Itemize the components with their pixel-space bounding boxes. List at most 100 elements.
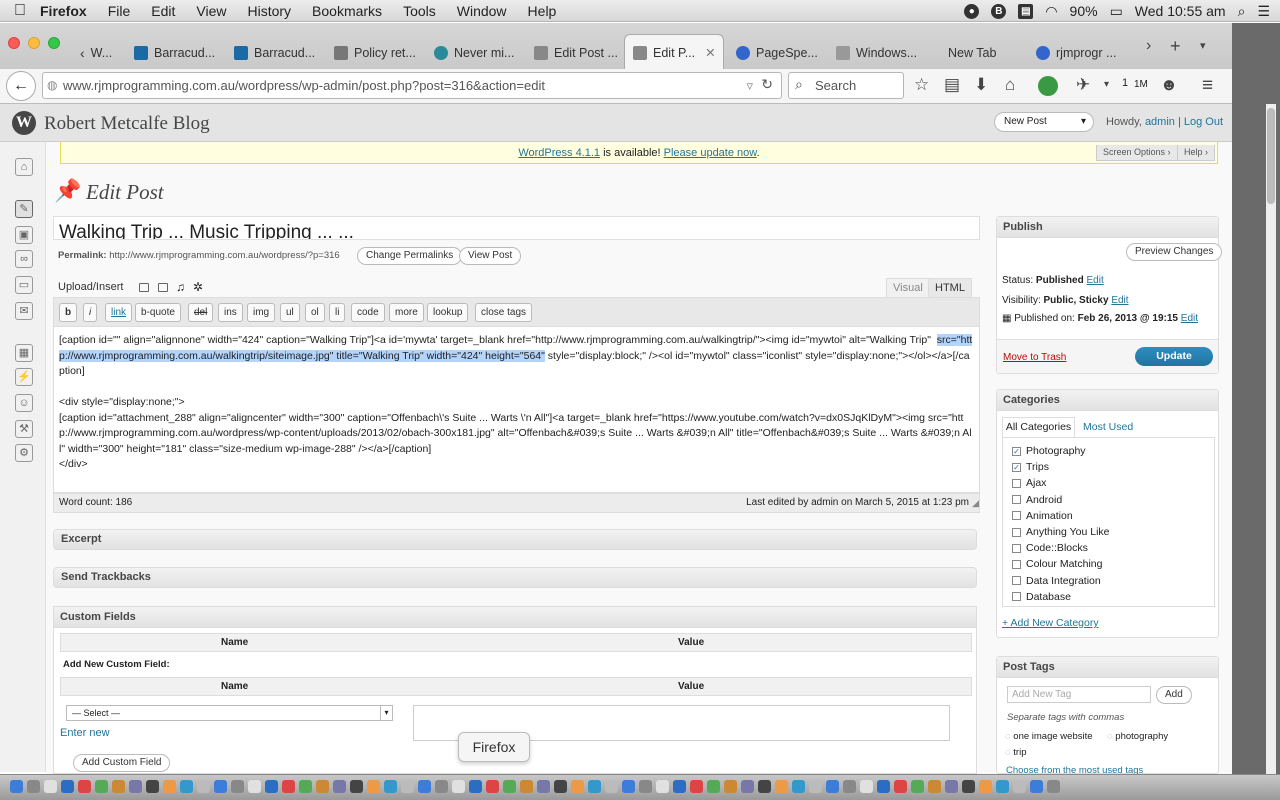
edit-status-link[interactable]: Edit (1087, 275, 1104, 286)
update-button[interactable]: Update (1135, 347, 1213, 366)
dock-app-icon[interactable] (724, 780, 737, 793)
menu-help[interactable]: Help (528, 3, 557, 19)
tab-most-used[interactable]: Most Used (1083, 421, 1133, 433)
tab-1[interactable]: ‹ W... (72, 36, 122, 70)
dashboard-icon[interactable]: ⌂ (15, 158, 33, 176)
dock-app-icon[interactable] (95, 780, 108, 793)
reading-list-icon[interactable]: ▤ (944, 75, 960, 95)
dock-app-icon[interactable] (418, 780, 431, 793)
dock-app-icon[interactable] (78, 780, 91, 793)
dock-app-icon[interactable] (639, 780, 652, 793)
category-checkbox[interactable] (1012, 592, 1021, 602)
remove-tag-icon[interactable]: ◌ (1005, 731, 1011, 742)
menu-view[interactable]: View (196, 3, 226, 19)
dock-app-icon[interactable] (401, 780, 414, 793)
reload-icon[interactable]: ↻ (761, 76, 773, 93)
dock-app-icon[interactable] (707, 780, 720, 793)
tab-6[interactable]: Edit Post ... (526, 36, 622, 70)
dock-app-icon[interactable] (622, 780, 635, 793)
dock-app-icon[interactable] (945, 780, 958, 793)
battery-icon[interactable]: ▭ (1110, 3, 1123, 20)
dock-app-icon[interactable] (571, 780, 584, 793)
chevron-left-icon[interactable]: ‹ (80, 45, 85, 61)
dock-app-icon[interactable] (435, 780, 448, 793)
dock-app-icon[interactable] (979, 780, 992, 793)
tab-9[interactable]: Windows... (828, 36, 924, 70)
users-icon[interactable]: ☺ (15, 394, 33, 412)
change-permalinks-button[interactable]: Change Permalinks (357, 247, 463, 265)
dock-app-icon[interactable] (554, 780, 567, 793)
dock-app-icon[interactable] (384, 780, 397, 793)
remove-tag-icon[interactable]: ◌ (1107, 731, 1113, 742)
dock-app-icon[interactable] (248, 780, 261, 793)
dock-app-icon[interactable] (112, 780, 125, 793)
dock-app-icon[interactable] (367, 780, 380, 793)
dock-app-icon[interactable] (452, 780, 465, 793)
permalink-url[interactable]: http://www.rjmprogramming.com.au/wordpre… (109, 250, 339, 261)
remove-tag-icon[interactable]: ◌ (1005, 747, 1011, 758)
scroll-tabs-right-icon[interactable]: › (1146, 37, 1151, 55)
edit-date-link[interactable]: Edit (1181, 313, 1198, 324)
download-icon[interactable]: ⬇ (974, 75, 988, 95)
dock-app-icon[interactable] (911, 780, 924, 793)
dock-app-icon[interactable] (996, 780, 1009, 793)
dock-app-icon[interactable] (894, 780, 907, 793)
dock-app-icon[interactable] (44, 780, 57, 793)
addon-circle-icon[interactable] (1038, 76, 1058, 96)
tab-visual[interactable]: Visual (886, 278, 930, 297)
media-icon[interactable]: ▣ (15, 226, 33, 244)
dock-app-icon[interactable] (61, 780, 74, 793)
quicktag-ul[interactable]: ul (280, 303, 300, 322)
comments-icon[interactable]: ✉ (15, 302, 33, 320)
dock-app-icon[interactable] (333, 780, 346, 793)
dock-app-icon[interactable] (163, 780, 176, 793)
menu-app-firefox[interactable]: Firefox (40, 3, 87, 19)
quicktag-del[interactable]: del (188, 303, 214, 322)
dock-app-icon[interactable] (809, 780, 822, 793)
quicktag-ins[interactable]: ins (218, 303, 243, 322)
dock-app-icon[interactable] (265, 780, 278, 793)
add-image-icon[interactable] (139, 283, 149, 292)
dock-app-icon[interactable] (503, 780, 516, 793)
close-tab-icon[interactable]: ✕ (705, 45, 715, 60)
tools-icon[interactable]: ⚒ (15, 420, 33, 438)
post-title-input[interactable]: Walking Trip ... Music Tripping ... ... (53, 216, 980, 240)
dock-app-icon[interactable] (690, 780, 703, 793)
quicktag-code[interactable]: code (351, 303, 385, 322)
tab-5[interactable]: Never mi... (426, 36, 522, 70)
settings-icon[interactable]: ⚙ (15, 444, 33, 462)
preview-changes-button[interactable]: Preview Changes (1126, 243, 1223, 261)
custom-fields-title[interactable]: Custom Fields (54, 607, 976, 628)
publish-title[interactable]: Publish (997, 217, 1218, 238)
dock-app-icon[interactable] (282, 780, 295, 793)
add-audio-icon[interactable]: ♫ (176, 280, 185, 294)
dock-app-icon[interactable] (792, 780, 805, 793)
add-new-category-link[interactable]: + Add New Category (1002, 617, 1099, 629)
tab-all-categories[interactable]: All Categories (1002, 417, 1075, 437)
apple-icon[interactable]:  (0, 2, 40, 20)
excerpt-box[interactable]: Excerpt (53, 529, 977, 550)
category-checkbox[interactable] (1012, 543, 1021, 553)
dock-app-icon[interactable] (214, 780, 227, 793)
view-post-button[interactable]: View Post (459, 247, 522, 265)
tab-10[interactable]: New Tab (940, 36, 1020, 70)
appearance-icon[interactable]: ▦ (15, 344, 33, 362)
tab-2[interactable]: Barracud... (126, 36, 222, 70)
enter-new-link[interactable]: Enter new (60, 727, 110, 739)
dock-app-icon[interactable] (775, 780, 788, 793)
dock-app-icon[interactable] (741, 780, 754, 793)
dock-app-icon[interactable] (146, 780, 159, 793)
quicktag-img[interactable]: img (247, 303, 276, 322)
tab-3[interactable]: Barracud... (226, 36, 322, 70)
home-icon[interactable]: ⌂ (1005, 75, 1015, 95)
logout-link[interactable]: Log Out (1184, 116, 1223, 128)
post-content-textarea[interactable]: [caption id="" align="alignnone" width="… (53, 327, 980, 493)
category-item[interactable]: Database (1012, 591, 1071, 603)
dock-app-icon[interactable] (299, 780, 312, 793)
category-checkbox[interactable] (1012, 478, 1021, 488)
dropdown-icon[interactable]: ▿ (746, 78, 753, 94)
quicktag-bold[interactable]: b (59, 303, 78, 322)
dock-app-icon[interactable] (928, 780, 941, 793)
category-checkbox[interactable] (1012, 576, 1021, 586)
addon-dropdown-icon[interactable]: ▾ (1104, 79, 1109, 90)
